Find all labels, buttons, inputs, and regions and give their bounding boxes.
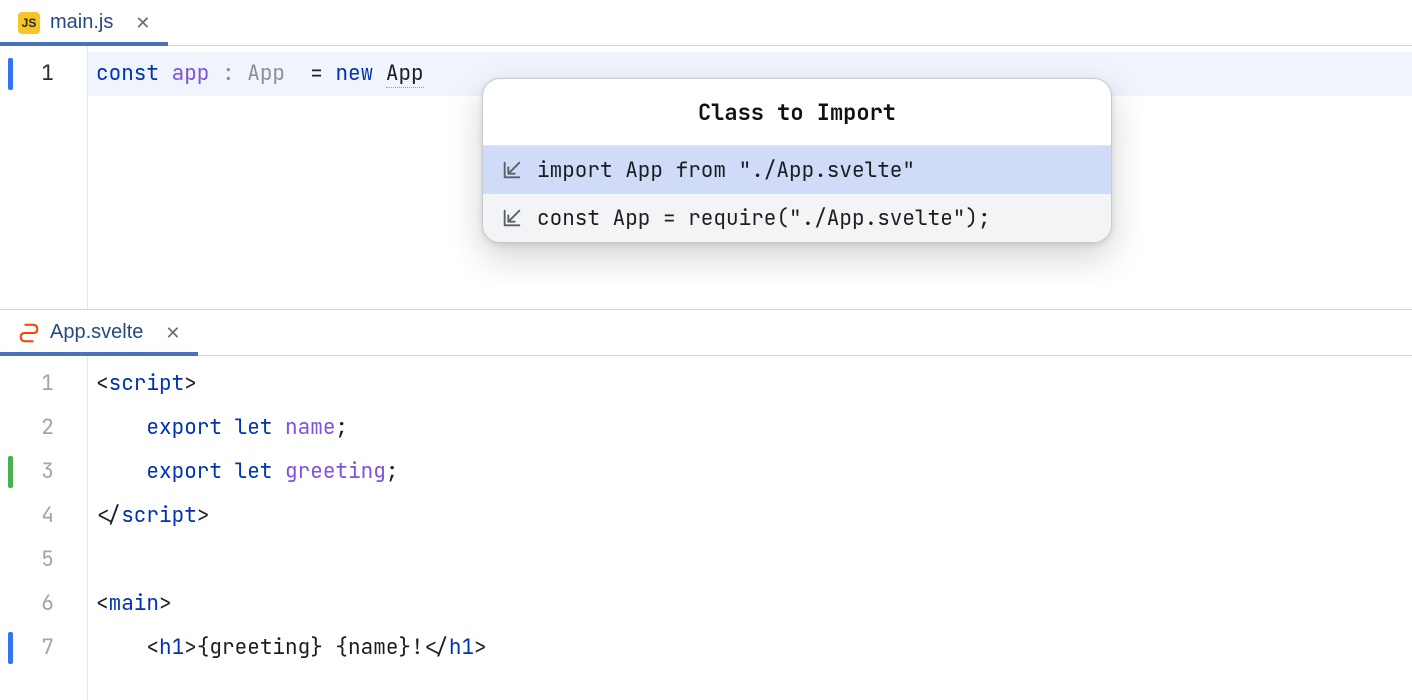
popup-item-require[interactable]: const App = require("./App.svelte"); <box>483 194 1111 242</box>
line-number: 2 <box>8 406 87 450</box>
import-popup: Class to Import import App from "./App.s… <box>482 78 1112 243</box>
editor-bottom[interactable]: 1 2 3 4 5 6 7 <script> export let name; … <box>0 356 1412 700</box>
tab-label: App.svelte <box>50 321 143 344</box>
editor-pane-mainjs: JS main.js ✕ 1 const app : App = new App… <box>0 0 1412 310</box>
popup-title: Class to Import <box>483 79 1111 146</box>
line-number: 3 <box>8 450 87 494</box>
code-line[interactable]: </script> <box>88 494 1412 538</box>
tabbar-bottom: App.svelte ✕ <box>0 310 1412 356</box>
code-line[interactable]: <script> <box>88 362 1412 406</box>
tabbar-top: JS main.js ✕ <box>0 0 1412 46</box>
equals: = <box>298 60 336 87</box>
identifier-app: app <box>172 60 210 87</box>
code-line[interactable]: export let greeting; <box>88 450 1412 494</box>
popup-item-import[interactable]: import App from "./App.svelte" <box>483 146 1111 194</box>
keyword-const: const <box>96 60 159 87</box>
line-number-value: 1 <box>41 60 54 87</box>
code-line[interactable] <box>88 538 1412 582</box>
tab-label: main.js <box>50 11 113 34</box>
vcs-added-mark <box>8 456 13 488</box>
line-number: 7 <box>8 626 87 670</box>
close-icon[interactable]: ✕ <box>135 14 150 32</box>
line-number: 1 <box>8 362 87 406</box>
code-line[interactable]: <h1>{greeting} {name}!</h1> <box>88 626 1412 670</box>
line-number: 4 <box>8 494 87 538</box>
gutter-top: 1 <box>8 46 88 309</box>
popup-item-text: const App = require("./App.svelte"); <box>537 205 991 232</box>
line-number: 5 <box>8 538 87 582</box>
keyword-new: new <box>335 60 373 87</box>
editor-top[interactable]: 1 const app : App = new App Class to Imp… <box>0 46 1412 309</box>
import-into-icon <box>501 159 523 181</box>
popup-item-text: import App from "./App.svelte" <box>537 157 915 184</box>
close-icon[interactable]: ✕ <box>165 324 180 342</box>
type-hint: : App <box>209 60 297 87</box>
gutter-bottom: 1 2 3 4 5 6 7 <box>8 356 88 700</box>
editor-caret-mark <box>8 58 13 90</box>
editor-pane-appsvelte: App.svelte ✕ 1 2 3 4 5 6 7 <script> expo… <box>0 310 1412 700</box>
js-file-icon: JS <box>18 12 40 34</box>
line-number: 1 <box>8 52 87 96</box>
code-bottom[interactable]: <script> export let name; export let gre… <box>88 356 1412 700</box>
identifier-App: App <box>386 60 424 88</box>
svelte-file-icon <box>18 322 40 344</box>
line-number: 6 <box>8 582 87 626</box>
gutter-strip <box>0 356 8 700</box>
vcs-modified-mark <box>8 632 13 664</box>
gutter-strip <box>0 46 8 309</box>
import-into-icon <box>501 207 523 229</box>
code-line[interactable]: export let name; <box>88 406 1412 450</box>
tab-appsvelte[interactable]: App.svelte ✕ <box>0 310 198 355</box>
code-line[interactable]: <main> <box>88 582 1412 626</box>
code-top[interactable]: const app : App = new App Class to Impor… <box>88 46 1412 309</box>
tab-mainjs[interactable]: JS main.js ✕ <box>0 0 168 45</box>
